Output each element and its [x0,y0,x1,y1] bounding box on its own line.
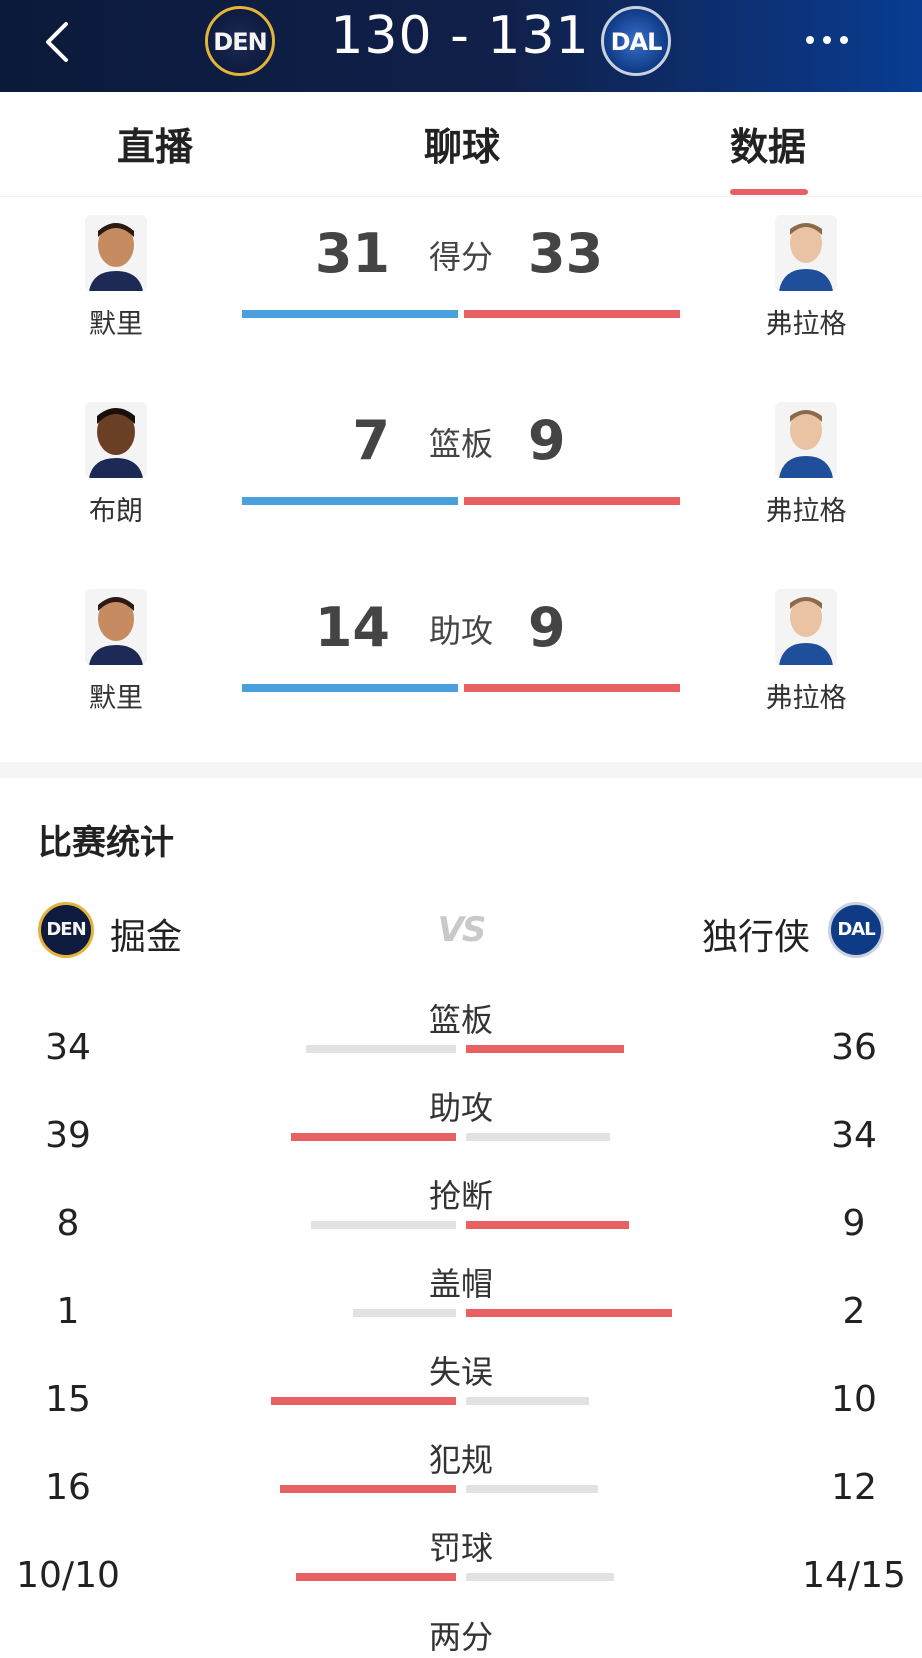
away-team-logo[interactable]: DAL [601,6,671,76]
leader-category: 助攻 [428,612,493,650]
player-photo [85,402,147,478]
away-stat-bar [466,1573,614,1581]
more-options-button[interactable] [800,24,870,60]
away-player-name: 弗拉格 [765,496,847,527]
stat-label: 助攻 [428,1089,493,1127]
home-stat-bar [311,1221,456,1229]
away-stat-value: 34 [831,1115,877,1156]
leader-category: 篮板 [428,425,493,463]
player-photo [775,589,837,665]
home-player-name: 布朗 [89,496,143,527]
away-leader-value: 9 [528,409,566,472]
home-team-logo[interactable]: DEN [205,6,275,76]
away-stat-bar [466,1485,598,1493]
home-stat-value: 16 [45,1467,91,1508]
home-stat-value: 34 [45,1027,91,1068]
home-stat-bar [271,1397,456,1405]
stat-label: 失误 [428,1353,493,1391]
away-stat-bar [466,1397,589,1405]
home-leader-bar [242,497,458,505]
home-leader-bar [242,684,458,692]
home-leader-value: 7 [352,409,390,472]
active-tab-indicator [730,189,808,195]
away-player-avatar[interactable] [775,402,837,478]
away-leader-value: 9 [528,596,566,659]
home-leader-bar [242,310,458,318]
away-team-abbr: DAL [837,919,875,940]
section-separator [0,762,922,778]
home-player-name: 默里 [89,309,143,340]
tab-live[interactable]: 直播 [75,116,235,171]
away-stat-value: 36 [831,1027,877,1068]
away-stat-bar [466,1133,610,1141]
home-leader-value: 14 [314,596,390,659]
home-stat-value: 39 [45,1115,91,1156]
away-stat-value: 9 [842,1203,866,1244]
back-button[interactable] [40,14,80,70]
scoreboard-header: DEN 130 - 131 DAL [0,0,922,92]
away-player-avatar[interactable] [775,215,837,291]
away-player-avatar[interactable] [775,589,837,665]
away-stat-value: 12 [831,1467,877,1508]
vs-label: VS [437,910,487,950]
away-leader-value: 33 [528,222,604,285]
home-player-avatar[interactable] [85,215,147,291]
leader-row-rebounds: 布朗 7 篮板 9 弗拉格 [0,397,922,547]
home-team-abbr: DEN [46,919,86,940]
home-team-name: 掘金 [110,917,183,958]
stat-label: 抢断 [428,1177,493,1215]
away-stat-value: 10 [831,1379,877,1420]
tab-chat[interactable]: 聊球 [382,116,542,171]
away-stat-bar [466,1045,624,1053]
away-leader-bar [464,310,680,318]
away-stat-bar [466,1221,629,1229]
away-team-name: 独行侠 [702,917,811,958]
section-title: 比赛统计 [38,823,174,863]
tab-stats[interactable]: 数据 [688,116,848,171]
home-team-logo-small[interactable]: DEN [38,902,94,958]
away-team-abbr: DAL [610,28,663,56]
away-stat-value: 14/15 [802,1555,906,1596]
player-photo [775,402,837,478]
stat-label: 犯规 [428,1441,493,1479]
away-team-logo-small[interactable]: DAL [828,902,884,958]
away-leader-bar [464,684,680,692]
leader-category: 得分 [428,238,493,276]
away-leader-bar [464,497,680,505]
home-player-avatar[interactable] [85,402,147,478]
stat-label: 罚球 [428,1529,493,1567]
home-stat-bar [306,1045,456,1053]
home-stat-bar [280,1485,456,1493]
home-stat-value: 15 [45,1379,91,1420]
home-stat-value: 1 [56,1291,80,1332]
home-stat-bar [291,1133,456,1141]
tabs-divider [0,196,922,197]
away-stat-value: 2 [842,1291,866,1332]
stat-label: 盖帽 [428,1265,493,1303]
stat-label: 两分 [428,1618,493,1656]
away-player-name: 弗拉格 [765,309,847,340]
game-score: 130 - 131 [330,6,590,66]
stat-label: 篮板 [428,1001,493,1039]
player-photo [85,589,147,665]
home-stat-bar [296,1573,456,1581]
home-stat-value: 8 [56,1203,80,1244]
leader-row-assists: 默里 14 助攻 9 弗拉格 [0,584,922,734]
more-horizontal-icon [806,36,848,44]
home-player-avatar[interactable] [85,589,147,665]
home-team-abbr: DEN [213,28,267,56]
away-stat-bar [466,1309,672,1317]
home-stat-bar [353,1309,456,1317]
player-photo [775,215,837,291]
home-stat-value: 10/10 [16,1555,120,1596]
home-leader-value: 31 [314,222,390,285]
player-photo [85,215,147,291]
away-player-name: 弗拉格 [765,683,847,714]
leader-row-points: 默里 31 得分 33 弗拉格 [0,210,922,360]
home-player-name: 默里 [89,683,143,714]
chevron-left-icon [46,22,68,62]
